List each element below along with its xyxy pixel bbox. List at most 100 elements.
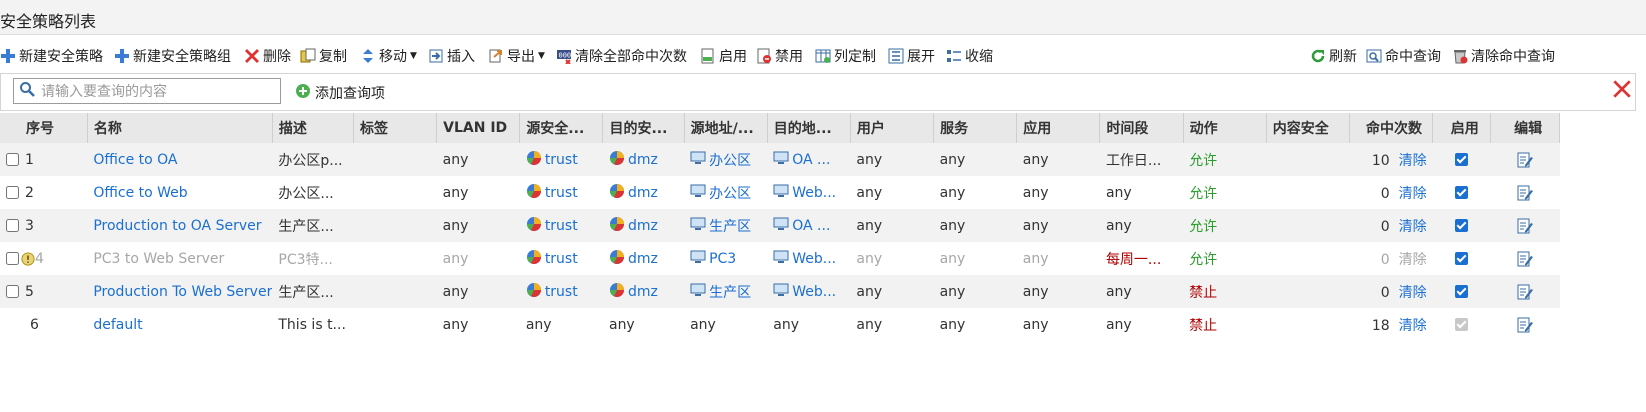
clear-hits-link[interactable]: 清除 [1399,153,1427,169]
column-header[interactable]: 描述 [272,113,354,143]
column-header[interactable]: 源安全... [519,113,604,143]
enabled-checkbox[interactable] [1455,153,1469,166]
column-header[interactable]: 名称 [87,113,273,143]
clear-hits-link[interactable]: 清除 [1399,252,1427,268]
address-link[interactable]: 生产区 [690,216,751,236]
enabled-checkbox[interactable] [1455,285,1469,298]
zone-link[interactable]: dmz [609,183,658,203]
insert-button[interactable]: 插入 [428,46,475,66]
zone-link[interactable]: dmz [609,249,658,269]
enable-button[interactable]: 启用 [700,46,747,66]
hit-count: 18 [1371,317,1390,334]
clear-hit-query-button[interactable]: 清除命中查询 [1452,46,1555,66]
search-input[interactable] [39,82,273,100]
table-row[interactable]: 1 Office to OA 办公区p... any trust dmz 办公区 OA ...… [0,143,1560,176]
zone-link[interactable]: dmz [609,282,658,302]
disable-button[interactable]: 禁用 [756,46,803,66]
policy-name-link[interactable]: Production To Web Server [93,284,272,300]
collapse-button[interactable]: 收缩 [946,46,993,66]
address-link[interactable]: 办公区 [690,183,751,203]
clear-hits-link[interactable]: 清除 [1399,186,1427,202]
edit-icon[interactable] [1516,152,1534,168]
hit-query-button[interactable]: 命中查询 [1366,46,1441,66]
address-link[interactable]: 办公区 [690,150,751,170]
edit-icon[interactable] [1516,284,1534,300]
column-header[interactable]: 标签 [353,113,438,143]
copy-button[interactable]: 复制 [300,46,347,66]
row-select-checkbox[interactable] [6,219,19,232]
address-link[interactable]: OA ... [773,150,830,170]
column-header[interactable]: 时间段 [1099,113,1184,143]
close-search-button[interactable] [1613,80,1631,102]
policy-name-link[interactable]: Office to OA [93,152,177,168]
edit-icon[interactable] [1516,185,1534,201]
schedule-value[interactable]: 工作日... [1106,153,1161,169]
customize-columns-button[interactable]: 列定制 [815,46,876,66]
column-header[interactable]: VLAN ID [436,113,521,143]
zone-link[interactable]: dmz [609,216,658,236]
add-query-button[interactable]: 添加查询项 [295,83,385,103]
expand-button[interactable]: 展开 [888,46,935,66]
enabled-checkbox[interactable] [1455,219,1469,232]
edit-icon[interactable] [1516,251,1534,267]
column-header[interactable]: 启用 [1432,113,1492,143]
column-header[interactable]: 编辑 [1490,113,1560,143]
zone-link[interactable]: dmz [609,150,658,170]
column-header[interactable]: 应用 [1016,113,1101,143]
policy-name-link[interactable]: Production to OA Server [93,218,261,234]
table-row[interactable]: 2 Office to Web 办公区... any trust dmz 办公区 Web...… [0,176,1560,209]
address-link[interactable]: PC3 [690,249,736,269]
edit-icon[interactable] [1516,317,1534,333]
enabled-cell [1432,143,1491,176]
column-header[interactable]: 命中次数 [1349,113,1434,143]
move-dropdown[interactable]: 移动 ▼ [360,46,417,66]
table-row[interactable]: 4 PC3 to Web Server PC3特... any trust dmz PC3 W… [0,242,1560,275]
row-select-checkbox[interactable] [6,186,19,199]
zone-link[interactable]: trust [526,216,578,236]
enabled-checkbox[interactable] [1455,186,1469,199]
zone-link[interactable]: trust [526,150,578,170]
column-header[interactable]: 目的地... [767,113,851,143]
vlan-cell: any [436,308,520,341]
caret-down-icon: ▼ [410,51,417,61]
zone-link[interactable]: trust [526,282,578,302]
clear-hits-link[interactable]: 清除 [1399,285,1427,301]
table-row[interactable]: 5 Production To Web Server 生产区... any trust d… [0,275,1560,308]
address-link[interactable]: Web... [773,183,836,203]
policy-name-link[interactable]: Office to Web [93,185,187,201]
delete-button[interactable]: 删除 [244,46,291,66]
row-select-checkbox[interactable] [6,153,19,166]
column-header[interactable]: 服务 [933,113,1018,143]
clear-all-hits-button[interactable]: 000 清除全部命中次数 [556,46,687,66]
address-link[interactable]: OA ... [773,216,830,236]
address-link[interactable]: 生产区 [690,282,751,302]
address-link[interactable]: Web... [773,282,836,302]
edit-icon[interactable] [1516,218,1534,234]
clear-hits-link[interactable]: 清除 [1399,318,1427,334]
zone-link[interactable]: trust [526,183,578,203]
column-header[interactable]: 动作 [1183,113,1267,143]
table-row[interactable]: 6 default This is t... any any any any any any an… [0,308,1560,341]
new-group-button[interactable]: 新建安全策略组 [114,46,231,66]
dst-zone-cell: dmz [602,176,685,209]
refresh-button[interactable]: 刷新 [1310,46,1357,66]
app-cell: any [1016,143,1100,176]
column-header[interactable]: 内容安全 [1266,113,1350,143]
name-cell: Office to OA [87,143,273,176]
column-header[interactable]: 源地址/... [684,113,768,143]
column-header[interactable]: 用户 [850,113,935,143]
clear-hits-link[interactable]: 清除 [1399,219,1427,235]
policy-name-link[interactable]: PC3 to Web Server [93,251,224,267]
new-policy-button[interactable]: 新建安全策略 [0,46,103,66]
row-select-checkbox[interactable] [6,285,19,298]
zone-link[interactable]: trust [526,249,578,269]
policy-name-link[interactable]: default [93,317,142,333]
row-select-checkbox[interactable] [6,252,19,265]
enabled-checkbox[interactable] [1455,252,1469,265]
address-link[interactable]: Web... [773,249,836,269]
column-header[interactable]: 序号 [0,113,88,143]
schedule-value[interactable]: 每周一... [1106,252,1161,268]
table-row[interactable]: 3 Production to OA Server 生产区... any trust dm… [0,209,1560,242]
export-dropdown[interactable]: 导出 ▼ [488,46,545,66]
column-header[interactable]: 目的安... [602,113,685,143]
